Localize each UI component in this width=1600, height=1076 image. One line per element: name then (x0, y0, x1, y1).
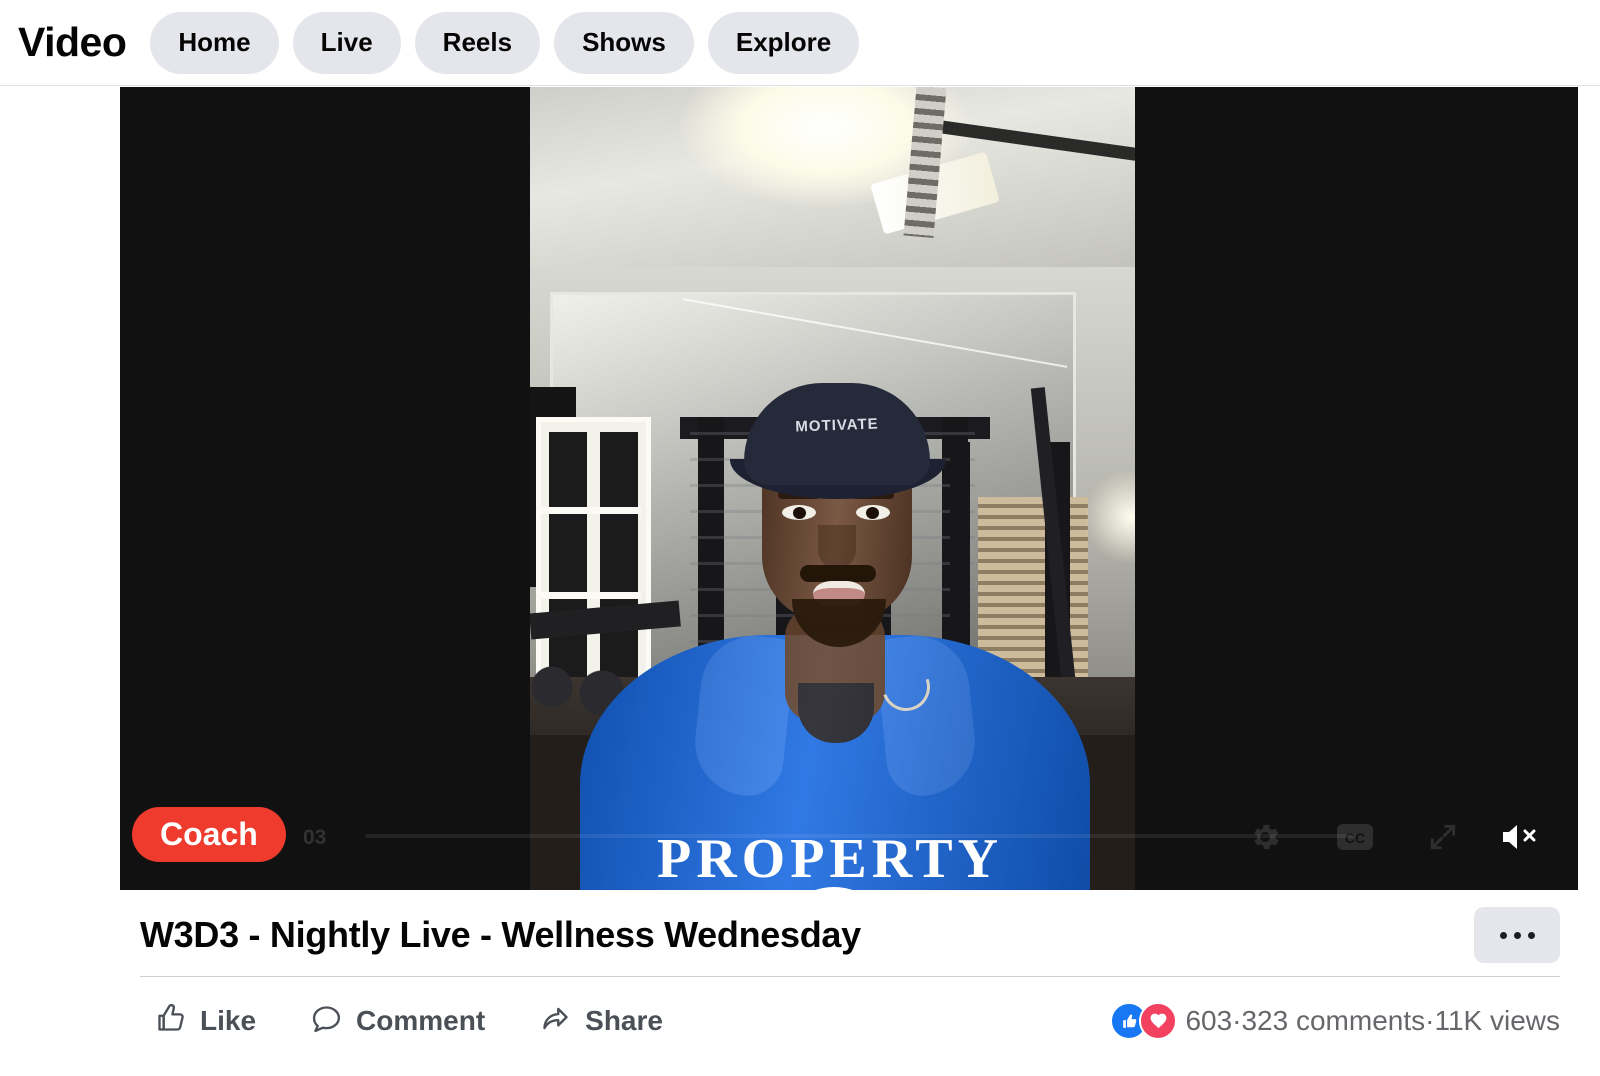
svg-text:CC: CC (1345, 830, 1365, 846)
nav-label: Shows (582, 27, 666, 57)
love-reaction-icon (1139, 1002, 1178, 1040)
video-progress-bar[interactable] (365, 834, 1355, 838)
primary-nav: Home Live Reels Shows Explore (150, 11, 860, 74)
share-button[interactable]: Share (525, 996, 677, 1046)
nav-item-explore[interactable]: Explore (707, 11, 860, 74)
nav-label: Live (320, 27, 373, 57)
view-count: 11K views (1434, 1005, 1560, 1036)
video-title: W3D3 - Nightly Live - Wellness Wednesday (140, 914, 861, 955)
thumbs-up-icon (154, 1002, 187, 1040)
nav-item-shows[interactable]: Shows (554, 11, 694, 74)
volume-muted-icon[interactable] (1495, 814, 1541, 860)
reaction-icons-group (1110, 1002, 1178, 1040)
top-header: Video Home Live Reels Shows Explore (0, 0, 1600, 86)
nav-item-home[interactable]: Home (150, 11, 279, 74)
dot-icon (1513, 931, 1521, 939)
nav-item-reels[interactable]: Reels (414, 11, 541, 74)
reaction-count: 603 (1185, 1005, 1233, 1036)
share-arrow-icon (539, 1002, 572, 1040)
share-label: Share (585, 1005, 663, 1036)
fullscreen-expand-icon[interactable] (1420, 814, 1466, 860)
video-frame: MOTIVATE PROPERTY (530, 87, 1135, 890)
post-action-bar: Like Comment Share 603 · 323 comments · … (140, 990, 1560, 1052)
stats-separator: · (1425, 1005, 1435, 1036)
nav-label: Home (178, 27, 251, 57)
nav-label: Reels (442, 27, 513, 57)
post-title-row: W3D3 - Nightly Live - Wellness Wednesday (140, 900, 1560, 970)
action-buttons-group: Like Comment Share (140, 996, 677, 1046)
comment-count: 323 comments (1241, 1005, 1426, 1036)
section-divider (140, 976, 1560, 977)
comment-label: Comment (356, 1005, 486, 1036)
nav-label: Explore (735, 27, 832, 57)
like-label: Like (200, 1005, 257, 1036)
comment-button[interactable]: Comment (296, 996, 499, 1046)
person-subject: MOTIVATE PROPERTY (530, 87, 1135, 890)
dot-icon (1499, 931, 1507, 939)
nav-item-live[interactable]: Live (292, 11, 401, 74)
coach-badge[interactable]: Coach (132, 807, 286, 862)
video-player[interactable]: MOTIVATE PROPERTY Coach 03 CC (120, 87, 1578, 890)
comment-bubble-icon (310, 1002, 343, 1040)
video-elapsed-time: 03 (303, 826, 327, 849)
engagement-stats[interactable]: 603 · 323 comments · 11K views (1110, 1002, 1560, 1040)
closed-captions-icon[interactable]: CC (1332, 814, 1378, 860)
page-title: Video (18, 19, 127, 65)
like-button[interactable]: Like (140, 996, 270, 1046)
dot-icon (1527, 931, 1535, 939)
stats-separator: · (1232, 1005, 1242, 1036)
settings-gear-icon[interactable] (1242, 814, 1288, 860)
more-options-button[interactable] (1474, 907, 1560, 963)
